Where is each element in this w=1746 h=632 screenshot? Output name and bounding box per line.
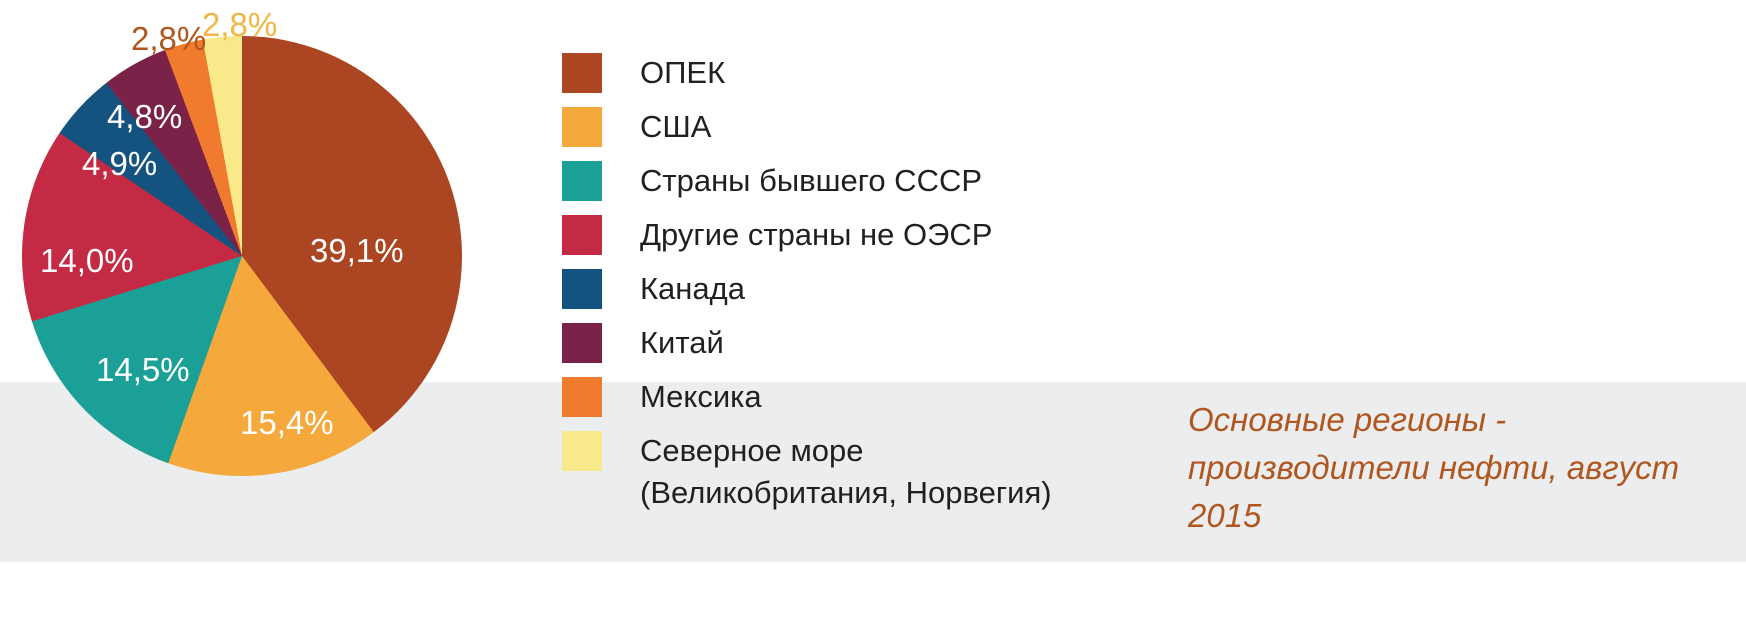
legend-label-canada: Канада <box>640 271 745 306</box>
legend-label-north-sea: Северное море (Великобритания, Норвегия) <box>640 433 1052 510</box>
pie-slice-label-usa: 15,4% <box>240 404 334 441</box>
legend-item-opek[interactable]: ОПЕК <box>562 52 1122 94</box>
legend-label-opek: ОПЕК <box>640 55 726 90</box>
pie-slice-label-china: 4,8% <box>107 98 183 135</box>
pie-slice-label-canada: 4,9% <box>82 145 158 182</box>
legend-item-canada[interactable]: Канада <box>562 268 1122 310</box>
pie-slice-label-ussr: 14,5% <box>96 351 190 388</box>
legend-swatch-usa <box>562 107 602 147</box>
legend-swatch-mexico <box>562 377 602 417</box>
legend-swatch-canada <box>562 269 602 309</box>
pie-slice-label-mexico: 2,8% <box>131 20 207 57</box>
legend-swatch-opek <box>562 53 602 93</box>
legend-item-other-non-oecd[interactable]: Другие страны не ОЭСР <box>562 214 1122 256</box>
legend-label-usa: США <box>640 109 712 144</box>
legend-swatch-other-non-oecd <box>562 215 602 255</box>
pie-slice-label-north-sea: 2,8% <box>202 6 278 43</box>
pie-chart: 39,1% 15,4% 14,5% 14,0% 4,9% 4,8% 2,8% 2… <box>22 6 462 476</box>
pie-slice-label-other-non-oecd: 14,0% <box>40 242 134 279</box>
legend-label-former-ussr: Страны бывшего СССР <box>640 163 983 198</box>
legend-item-china[interactable]: Китай <box>562 322 1122 364</box>
legend-item-usa[interactable]: США <box>562 106 1122 148</box>
legend-item-north-sea[interactable]: Северное море (Великобритания, Норвегия) <box>562 430 1122 514</box>
pie-slice-label-opek: 39,1% <box>310 232 404 269</box>
legend-swatch-china <box>562 323 602 363</box>
legend-label-other-non-oecd: Другие страны не ОЭСР <box>640 217 993 252</box>
legend-swatch-former-ussr <box>562 161 602 201</box>
legend-label-china: Китай <box>640 325 724 360</box>
legend-item-former-ussr[interactable]: Страны бывшего СССР <box>562 160 1122 202</box>
legend-item-mexico[interactable]: Мексика <box>562 376 1122 418</box>
chart-legend: ОПЕК США Страны бывшего СССР Другие стра… <box>562 52 1122 526</box>
legend-label-mexico: Мексика <box>640 379 762 414</box>
legend-swatch-north-sea <box>562 431 602 471</box>
chart-caption: Основные регионы - производители нефти, … <box>1188 401 1680 534</box>
